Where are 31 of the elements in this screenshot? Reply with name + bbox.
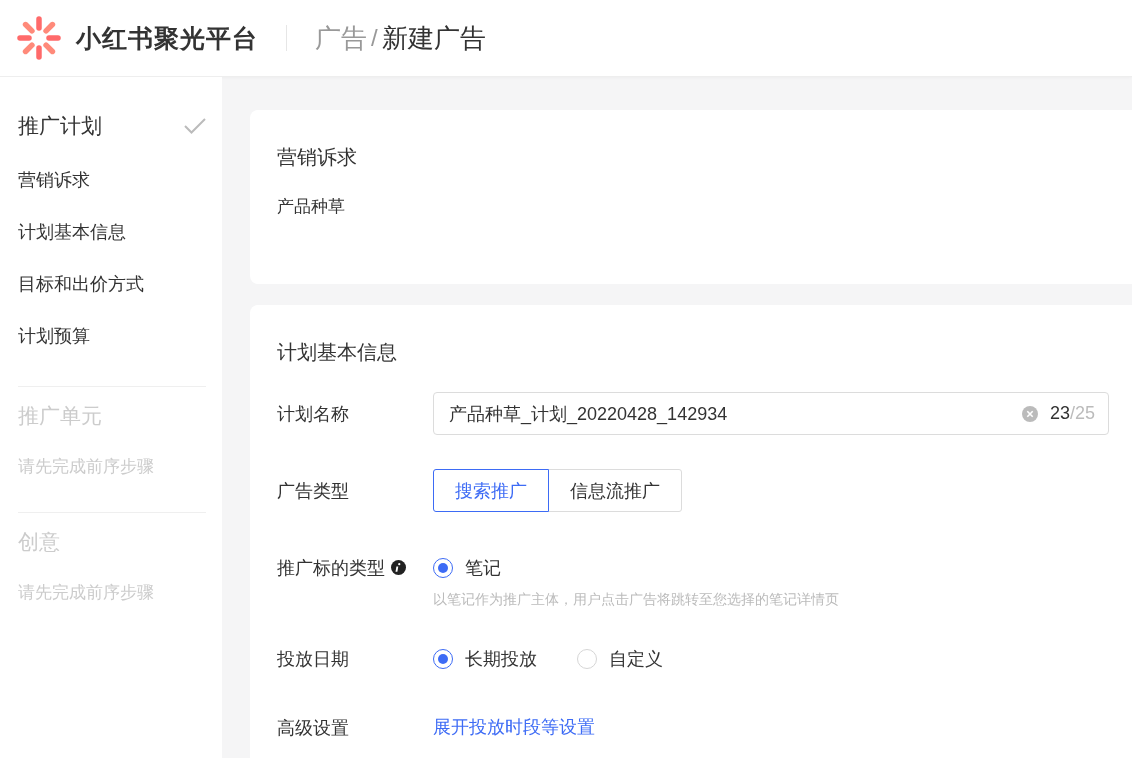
step-title[interactable]: 推广计划: [18, 112, 102, 140]
radio-option[interactable]: 长期投放: [433, 646, 537, 671]
field-value: 产品种草: [277, 196, 346, 218]
field-label: 推广标的类型: [277, 556, 385, 580]
radio-option[interactable]: 自定义: [577, 646, 663, 671]
breadcrumb-separator: /: [371, 24, 378, 52]
sidebar-item[interactable]: 计划基本信息: [18, 206, 206, 258]
brand-name: 小红书聚光平台: [76, 22, 258, 54]
field-label: 高级设置: [277, 716, 349, 740]
char-count: 23: [1049, 403, 1070, 424]
sidebar-item[interactable]: 计划预算: [18, 310, 206, 362]
sidebar-item[interactable]: 营销诉求: [18, 154, 206, 206]
field-label: 广告类型: [277, 479, 349, 503]
info-icon[interactable]: [391, 560, 406, 575]
radio-option[interactable]: 笔记: [433, 555, 501, 580]
breadcrumb-item: 新建广告: [381, 21, 486, 55]
field-hint: 以笔记作为推广主体，用户点击广告将跳转至您选择的笔记详情页: [433, 591, 840, 609]
field-label: 投放日期: [277, 647, 349, 671]
sidebar-item[interactable]: 目标和出价方式: [18, 258, 206, 310]
segment-button[interactable]: 信息流推广: [548, 469, 682, 512]
char-limit: /25: [1069, 403, 1095, 424]
radio-button[interactable]: [433, 557, 453, 578]
logo-icon: [14, 16, 64, 60]
input-value: 产品种草_计划_20220428_142934: [449, 402, 729, 426]
card-title: 计划基本信息: [277, 340, 398, 365]
field-label: 计划名称: [277, 402, 349, 426]
radio-button[interactable]: [433, 648, 453, 669]
input-field[interactable]: 产品种草_计划_20220428_142934 23/25: [433, 392, 1109, 435]
segment-button[interactable]: 搜索推广: [433, 469, 549, 512]
settings-link[interactable]: 展开投放时段等设置: [433, 706, 595, 749]
card-title: 营销诉求: [277, 145, 358, 170]
